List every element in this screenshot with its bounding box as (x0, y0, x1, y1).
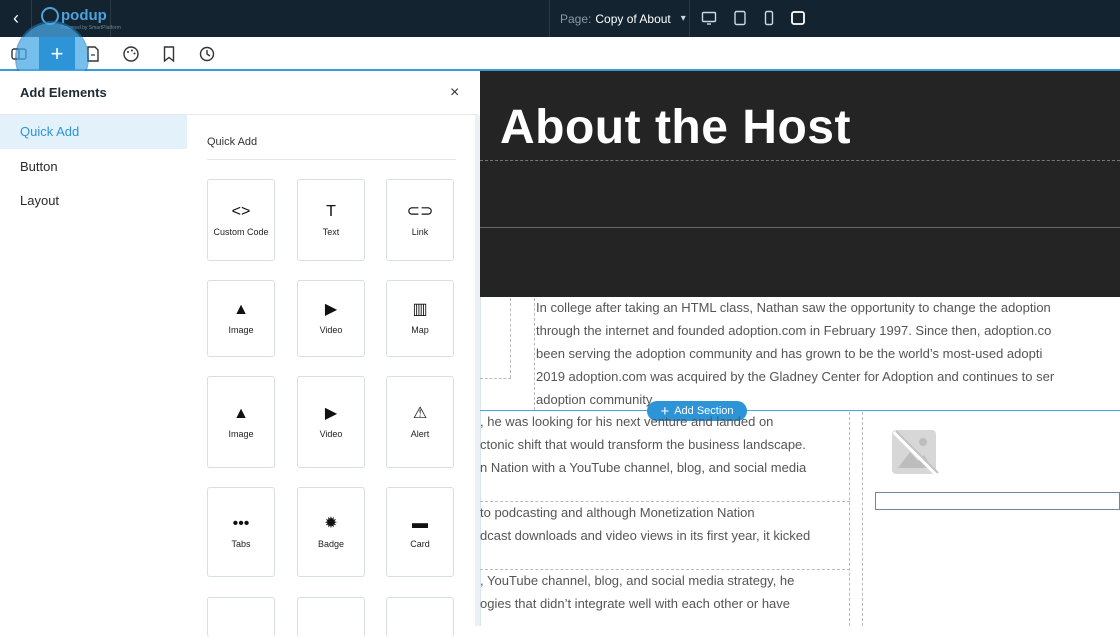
element-card-video-2[interactable]: ▶ Video (297, 376, 365, 468)
hero-title[interactable]: About the Host (500, 100, 851, 155)
story-paragraph-3[interactable]: , YouTube channel, blog, and social medi… (480, 569, 850, 615)
hero-guide-line (480, 160, 1120, 161)
history-icon[interactable] (198, 45, 216, 63)
logo-text: podup (61, 7, 107, 24)
page-prefix-label: Page: (560, 11, 592, 26)
map-icon: ▥ (412, 301, 428, 318)
chevron-down-icon: ▾ (680, 13, 686, 24)
element-label: Link (411, 226, 429, 237)
column-guide (534, 298, 535, 410)
element-label: Image (228, 325, 254, 335)
element-card-text[interactable]: T Text (297, 179, 365, 261)
element-label: Custom Code (213, 226, 269, 237)
page-selector[interactable]: Page: Copy of About ▾ (549, 0, 690, 37)
code-icon: <> (231, 202, 251, 220)
column-guide (862, 412, 863, 626)
element-card-link[interactable]: ⊂⊃ Link (386, 179, 454, 261)
bio-line: been serving the adoption community and … (536, 346, 1043, 361)
card-icon: ▬ (412, 514, 428, 532)
add-element-button[interactable]: + (39, 37, 75, 70)
story-paragraph-1[interactable]: , he was looking for his next venture an… (480, 410, 850, 479)
element-card-custom-code[interactable]: <> Custom Code (207, 179, 275, 261)
image-icon: ▲ (233, 301, 249, 318)
badge-icon: ✹ (324, 514, 338, 532)
image-placeholder-icon[interactable] (890, 428, 940, 478)
back-arrow-icon[interactable]: ‹ (6, 8, 26, 28)
element-label: Tabs (231, 538, 251, 549)
hero-divider (480, 227, 1120, 228)
element-card-partial[interactable] (207, 597, 275, 637)
element-label: Map (411, 325, 429, 335)
element-card-map[interactable]: ▥ Map (386, 280, 454, 357)
element-label: Image (228, 428, 254, 439)
category-quick-add[interactable]: Quick Add (20, 124, 79, 139)
page-name: Copy of About (595, 11, 671, 26)
element-card-image-2[interactable]: ▲ Image (207, 376, 275, 468)
bio-line: 2019 adoption.com was acquired by the Gl… (536, 369, 1055, 384)
tabs-icon: ••• (232, 514, 250, 532)
element-card-tabs[interactable]: ••• Tabs (207, 487, 275, 577)
element-card-partial[interactable] (297, 597, 365, 637)
column-guide (510, 298, 511, 378)
mobile-icon[interactable] (761, 10, 777, 26)
element-card-video[interactable]: ▶ Video (297, 280, 365, 357)
link-icon: ⊂⊃ (406, 202, 434, 220)
bookmark-icon[interactable] (160, 45, 178, 63)
element-label: Video (319, 325, 343, 335)
text-icon: T (326, 202, 336, 220)
element-card-partial[interactable] (386, 597, 454, 637)
element-card-alert[interactable]: ⚠ Alert (386, 376, 454, 468)
desktop-icon[interactable] (701, 10, 717, 26)
story-line: n Nation with a YouTube channel, blog, a… (480, 460, 807, 475)
story-paragraph-2[interactable]: to podcasting and although Monetization … (480, 501, 850, 547)
palette-icon[interactable] (122, 45, 140, 63)
category-button[interactable]: Button (20, 159, 58, 174)
story-line: ogies that didn’t integrate well with ea… (480, 596, 791, 611)
story-line: ctonic shift that would transform the bu… (480, 437, 806, 452)
bio-paragraph[interactable]: In college after taking an HTML class, N… (536, 296, 1120, 411)
element-label: Badge (317, 538, 345, 549)
panel-title: Add Elements (20, 85, 107, 100)
element-label: Text (322, 226, 340, 237)
element-label: Card (410, 538, 430, 549)
close-icon[interactable]: × (450, 84, 459, 102)
category-layout[interactable]: Layout (20, 193, 59, 208)
tablet-icon[interactable] (732, 10, 748, 26)
story-line: , he was looking for his next venture an… (480, 414, 774, 429)
element-card-card[interactable]: ▬ Card (386, 487, 454, 577)
quick-add-divider (207, 159, 456, 160)
story-line: , YouTube channel, blog, and social medi… (480, 573, 795, 588)
square-icon[interactable] (790, 10, 806, 26)
image-frame[interactable] (875, 492, 1120, 510)
element-label: Video (319, 428, 343, 439)
quick-add-heading: Quick Add (207, 136, 258, 148)
element-label: Alert (410, 428, 430, 439)
column-guide (480, 378, 511, 379)
bio-line: through the internet and founded adoptio… (536, 323, 1052, 338)
element-card-badge[interactable]: ✹ Badge (297, 487, 365, 577)
element-card-image[interactable]: ▲ Image (207, 280, 275, 357)
video-icon: ▶ (324, 404, 338, 422)
bio-line: adoption community. (536, 392, 655, 407)
story-line: to podcasting and although Monetization … (480, 505, 755, 520)
bio-line: In college after taking an HTML class, N… (536, 300, 1051, 315)
image-icon: ▲ (233, 404, 249, 422)
story-line: dcast downloads and video views in its f… (480, 528, 811, 543)
alert-icon: ⚠ (412, 404, 428, 422)
video-icon: ▶ (324, 301, 338, 318)
